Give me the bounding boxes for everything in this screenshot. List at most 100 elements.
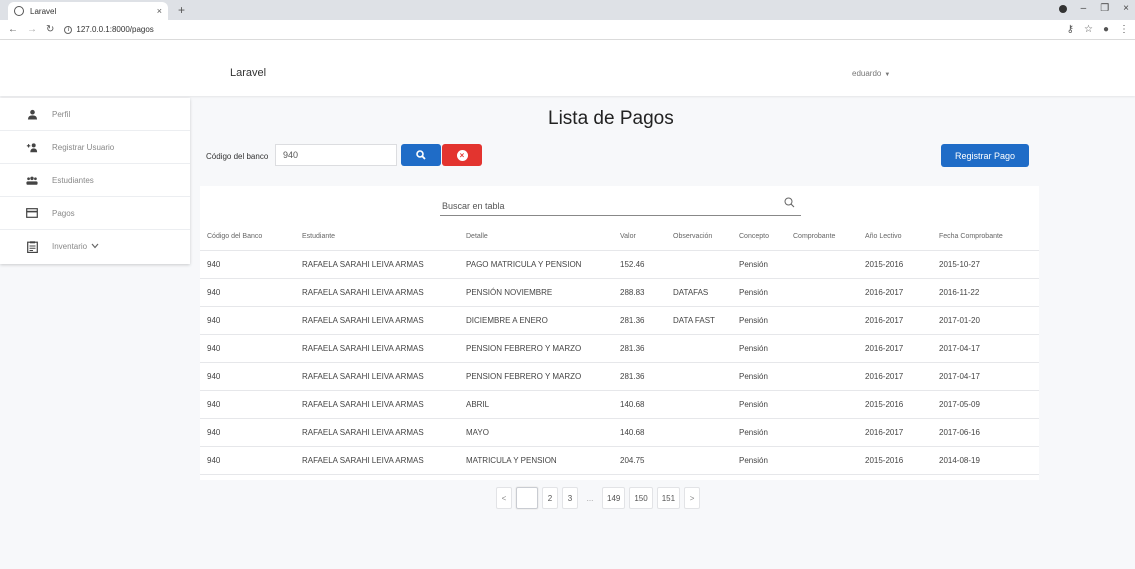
page-button-current[interactable] — [516, 487, 538, 509]
sidebar-item-inventario[interactable]: Inventario — [0, 230, 190, 263]
new-tab-button[interactable]: + — [178, 3, 185, 17]
table-row[interactable]: 940 RAFAELA SARAHI LEIVA ARMAS MAYO 140.… — [200, 418, 1039, 447]
sidebar-item-label: Estudiantes — [52, 175, 94, 185]
globe-icon — [14, 6, 24, 16]
column-header[interactable]: Año Lectivo — [858, 223, 932, 251]
table-search-input[interactable]: Buscar en tabla — [440, 198, 801, 216]
info-icon[interactable]: i — [64, 25, 73, 34]
table-row[interactable]: 940 RAFAELA SARAHI LEIVA ARMAS ABRIL 140… — [200, 390, 1039, 419]
table-row[interactable]: 940 RAFAELA SARAHI LEIVA ARMAS PAGO MATR… — [200, 250, 1039, 279]
page-button[interactable]: 151 — [656, 487, 681, 509]
cell-concept: Pensión — [732, 334, 786, 363]
table-row[interactable]: 940 RAFAELA SARAHI LEIVA ARMAS MATRICULA… — [200, 446, 1039, 475]
cell-concept: Pensión — [732, 446, 786, 475]
column-header[interactable]: Estudiante — [295, 223, 459, 251]
column-header[interactable]: Comprobante — [786, 223, 858, 251]
reload-icon[interactable]: ↻ — [46, 24, 54, 35]
restore-button[interactable]: ❐ — [1100, 3, 1109, 14]
cell-detail: PAGO MATRICULA Y PENSION — [459, 250, 613, 279]
user-menu[interactable]: eduardo ▼ — [852, 69, 890, 78]
tab-close-icon[interactable]: × — [157, 6, 162, 16]
next-page-button[interactable]: > — [684, 487, 701, 509]
sidebar-item-estudiantes[interactable]: Estudiantes — [0, 164, 190, 197]
menu-icon[interactable]: ⋮ — [1119, 24, 1129, 35]
cell-school-year: 2016-2017 — [858, 362, 932, 391]
cell-value: 152.46 — [613, 250, 666, 279]
close-window-button[interactable]: × — [1123, 3, 1129, 14]
cell-receipt-date: 2017-06-16 — [932, 418, 1039, 447]
cell-school-year: 2015-2016 — [858, 446, 932, 475]
sidebar-item-registrar-usuario[interactable]: Registrar Usuario — [0, 131, 190, 164]
cell-receipt-date: 2017-01-20 — [932, 306, 1039, 335]
cell-receipt-date: 2017-04-17 — [932, 362, 1039, 391]
forward-icon[interactable]: → — [27, 24, 37, 35]
card-icon — [26, 208, 38, 218]
cell-bank-code: 940 — [200, 390, 295, 419]
sidebar-item-label: Pagos — [52, 208, 75, 218]
cell-student: RAFAELA SARAHI LEIVA ARMAS — [295, 446, 459, 475]
cell-receipt-date: 2014-08-19 — [932, 446, 1039, 475]
address-bar: ← → ↻ i 127.0.0.1:8000/pagos ⚷ ☆ ● ⋮ — [0, 20, 1135, 40]
sidebar-item-pagos[interactable]: Pagos — [0, 197, 190, 230]
cell-school-year: 2016-2017 — [858, 334, 932, 363]
search-button[interactable] — [401, 144, 441, 166]
cell-concept: Pensión — [732, 306, 786, 335]
column-header[interactable]: Detalle — [459, 223, 613, 251]
cell-value: 204.75 — [613, 446, 666, 475]
cell-school-year: 2016-2017 — [858, 278, 932, 307]
cell-receipt — [786, 278, 858, 307]
search-icon — [416, 150, 426, 160]
page-ellipsis: ... — [586, 493, 594, 503]
register-payment-button[interactable]: Registrar Pago — [941, 144, 1029, 167]
page-button[interactable]: 149 — [602, 487, 626, 509]
cell-bank-code: 940 — [200, 250, 295, 279]
chevron-down-icon — [91, 242, 99, 251]
page-button[interactable]: 150 — [629, 487, 653, 509]
cell-detail: MATRICULA Y PENSION — [459, 446, 613, 475]
brand-link[interactable]: Laravel — [230, 67, 266, 79]
cell-receipt — [786, 334, 858, 363]
cell-observation: DATA FAST — [666, 306, 732, 335]
column-header[interactable]: Fecha Comprobante — [932, 223, 1039, 251]
minimize-button[interactable]: – — [1081, 3, 1087, 14]
sidebar-item-label: Perfil — [52, 109, 71, 119]
column-header[interactable]: Observación — [666, 223, 732, 251]
sidebar-item-label: Registrar Usuario — [52, 142, 115, 152]
cell-bank-code: 940 — [200, 362, 295, 391]
table-row[interactable]: 940 RAFAELA SARAHI LEIVA ARMAS PENSIÓN N… — [200, 278, 1039, 307]
star-icon[interactable]: ☆ — [1084, 24, 1093, 35]
sidebar-item-perfil[interactable]: Perfil — [0, 98, 190, 131]
cell-school-year: 2015-2016 — [858, 250, 932, 279]
column-header[interactable]: Código del Banco — [200, 223, 295, 251]
table-row[interactable]: 940 RAFAELA SARAHI LEIVA ARMAS PENSION F… — [200, 334, 1039, 363]
cell-observation: DATAFAS — [666, 278, 732, 307]
person-icon — [26, 109, 38, 120]
page-button[interactable]: 3 — [562, 487, 578, 509]
search-icon[interactable] — [784, 197, 795, 208]
key-icon[interactable]: ⚷ — [1067, 24, 1074, 35]
cell-bank-code: 940 — [200, 334, 295, 363]
bank-code-input[interactable] — [275, 144, 397, 166]
column-header[interactable]: Concepto — [732, 223, 786, 251]
cell-receipt-date: 2017-05-09 — [932, 390, 1039, 419]
cell-receipt-date: 2016-11-22 — [932, 278, 1039, 307]
window-controls: – ❐ × — [1058, 3, 1129, 14]
cell-observation — [666, 334, 732, 363]
url-field[interactable]: i 127.0.0.1:8000/pagos — [64, 25, 154, 34]
profile-icon[interactable]: ● — [1103, 24, 1109, 35]
table-row[interactable]: 940 RAFAELA SARAHI LEIVA ARMAS PENSION F… — [200, 362, 1039, 391]
record-icon — [1058, 5, 1067, 13]
cell-detail: ABRIL — [459, 390, 613, 419]
clear-button[interactable]: × — [442, 144, 482, 166]
browser-tab[interactable]: Laravel × — [8, 2, 168, 20]
caret-down-icon: ▼ — [884, 72, 891, 78]
page-button[interactable]: 2 — [542, 487, 558, 509]
prev-page-button[interactable]: < — [496, 487, 512, 509]
cell-receipt — [786, 446, 858, 475]
cell-student: RAFAELA SARAHI LEIVA ARMAS — [295, 362, 459, 391]
table-row[interactable]: 940 RAFAELA SARAHI LEIVA ARMAS DICIEMBRE… — [200, 306, 1039, 335]
cell-receipt-date: 2015-10-27 — [932, 250, 1039, 279]
column-header[interactable]: Valor — [613, 223, 666, 251]
cell-school-year: 2015-2016 — [858, 390, 932, 419]
back-icon[interactable]: ← — [8, 24, 18, 35]
